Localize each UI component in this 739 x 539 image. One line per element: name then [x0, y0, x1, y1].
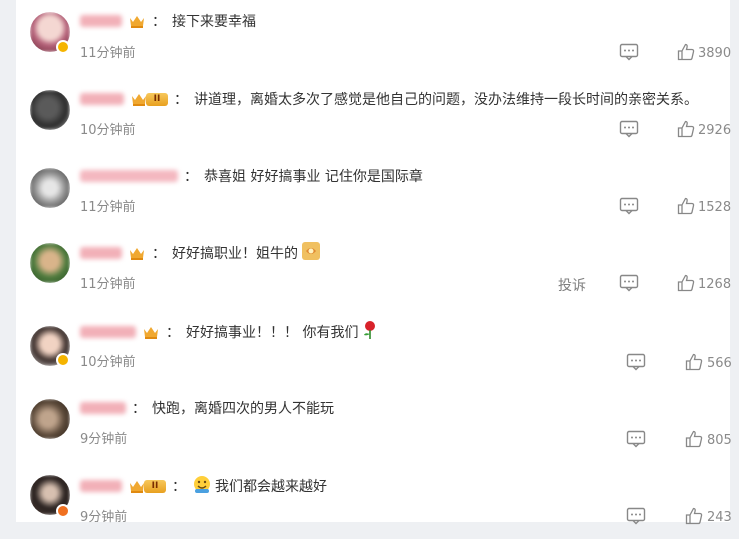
like-count: 805: [707, 433, 732, 448]
avatar[interactable]: [30, 399, 70, 439]
comment-item: ： 接下来要幸福 11分钟前 3890: [16, 0, 732, 77]
comment-text: 好好搞事业！！！ 你有我们: [186, 325, 359, 341]
avatar[interactable]: [30, 168, 70, 208]
comment-item: ： 恭喜姐 好好搞事业 记住你是国际章 11分钟前 1528: [16, 154, 732, 231]
thumbs-up-icon[interactable]: [677, 43, 695, 65]
username[interactable]: [80, 170, 178, 182]
thumbs-up-icon[interactable]: [685, 507, 703, 529]
username[interactable]: [80, 15, 122, 27]
crown-level-badge: II: [130, 91, 168, 107]
like-count: 1268: [698, 277, 732, 292]
comment-list: ： 接下来要幸福 11分钟前 3890 II ： 讲道理，离婚太多次了感觉是他自…: [16, 0, 732, 525]
username[interactable]: [80, 480, 122, 492]
comment-text: 接下来要幸福: [172, 14, 256, 30]
comment-bubble-icon[interactable]: [626, 430, 646, 452]
like-count: 566: [707, 356, 732, 371]
crown-icon: [142, 324, 160, 340]
comment-bubble-icon[interactable]: [619, 43, 639, 65]
report-button[interactable]: 投诉: [558, 275, 586, 295]
comment-item: ： 好好搞职业！姐牛的 11分钟前 投诉 1268: [16, 231, 732, 308]
verified-badge-icon: [56, 40, 70, 54]
comment-time: 11分钟前: [80, 277, 136, 292]
username[interactable]: [80, 402, 126, 414]
comment-bubble-icon[interactable]: [619, 120, 639, 142]
username[interactable]: [80, 93, 124, 105]
verified-badge-icon: [56, 353, 70, 367]
like-count: 1528: [698, 200, 732, 215]
comment-time: 10分钟前: [80, 123, 136, 138]
thumbs-up-icon[interactable]: [685, 430, 703, 452]
like-emoji-icon: [301, 241, 321, 265]
comment-text: 快跑，离婚四次的男人不能玩: [152, 401, 334, 417]
like-count: 3890: [698, 46, 732, 61]
comment-text: 好好搞职业！姐牛的: [172, 246, 298, 262]
comment-item: II ： 我们都会越来越好 9分钟前 243: [16, 462, 732, 539]
crown-icon: [128, 245, 146, 261]
username[interactable]: [80, 326, 136, 338]
like-count: 243: [707, 510, 732, 525]
comment-bubble-icon[interactable]: [619, 197, 639, 219]
like-count: 2926: [698, 123, 732, 138]
comment-item: II ： 讲道理，离婚太多次了感觉是他自己的问题，没办法维持一段长时间的亲密关系…: [16, 77, 732, 154]
comment-bubble-icon[interactable]: [626, 507, 646, 529]
comment-text: 恭喜姐 好好搞事业 记住你是国际章: [204, 169, 423, 185]
verified-badge-icon: [56, 504, 70, 518]
comment-time: 11分钟前: [80, 200, 136, 215]
username[interactable]: [80, 247, 122, 259]
comment-time: 10分钟前: [80, 355, 136, 370]
comment-bubble-icon[interactable]: [626, 353, 646, 375]
comment-text: 我们都会越来越好: [215, 479, 327, 495]
thumbs-up-icon[interactable]: [677, 197, 695, 219]
comment-text: 讲道理，离婚太多次了感觉是他自己的问题，没办法维持一段长时间的亲密关系。: [194, 92, 698, 108]
crown-icon: [128, 13, 146, 29]
comment-time: 9分钟前: [80, 432, 128, 447]
rose-emoji-icon: [361, 320, 379, 344]
smile-emoji-icon: [192, 474, 212, 498]
avatar[interactable]: [30, 90, 70, 130]
comment-time: 11分钟前: [80, 46, 136, 61]
thumbs-up-icon[interactable]: [685, 353, 703, 375]
thumbs-up-icon[interactable]: [677, 120, 695, 142]
comment-time: 9分钟前: [80, 510, 128, 525]
comment-item: ： 好好搞事业！！！ 你有我们 10分钟前 566: [16, 308, 732, 385]
comment-item: ： 快跑，离婚四次的男人不能玩 9分钟前 805: [16, 385, 732, 462]
comment-bubble-icon[interactable]: [619, 274, 639, 296]
avatar[interactable]: [30, 243, 70, 283]
thumbs-up-icon[interactable]: [677, 274, 695, 296]
crown-level-badge: II: [128, 478, 166, 494]
